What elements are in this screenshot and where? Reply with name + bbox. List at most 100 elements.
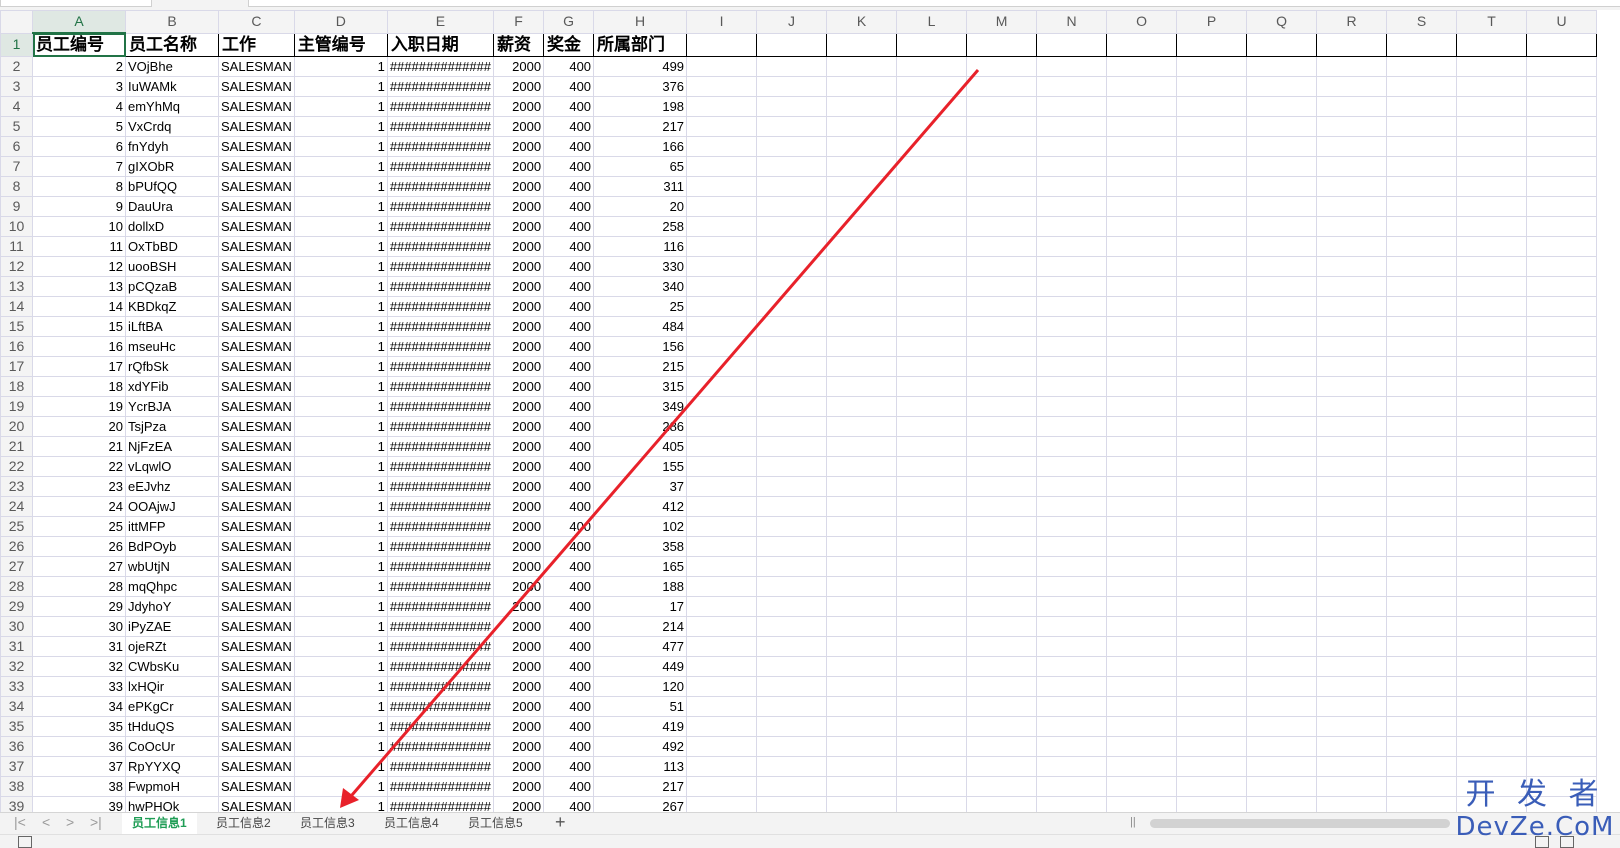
empty-cell[interactable] [686, 196, 758, 217]
cell-mgr[interactable]: 1 [293, 696, 388, 717]
row-header[interactable]: 11 [0, 236, 33, 257]
cell-id[interactable]: 30 [32, 616, 126, 637]
empty-cell[interactable] [826, 76, 898, 97]
empty-cell[interactable] [1526, 32, 1598, 57]
empty-cell[interactable] [1106, 316, 1178, 337]
cell-dept[interactable]: 340 [593, 276, 688, 297]
next-sheet-nav-icon[interactable]: > [66, 814, 74, 830]
cell-dept[interactable]: 113 [593, 756, 688, 777]
row-header[interactable]: 9 [0, 196, 33, 217]
empty-cell[interactable] [896, 616, 968, 637]
row-header[interactable]: 26 [0, 536, 33, 557]
empty-cell[interactable] [1316, 616, 1388, 637]
cell-job[interactable]: SALESMAN [218, 176, 295, 197]
column-header[interactable]: C [218, 10, 295, 34]
empty-cell[interactable] [756, 796, 828, 812]
empty-cell[interactable] [826, 296, 898, 317]
empty-cell[interactable] [1106, 636, 1178, 657]
row-header[interactable]: 18 [0, 376, 33, 397]
empty-cell[interactable] [1526, 536, 1598, 557]
cell-date[interactable]: ############## [386, 756, 495, 777]
cell-sal[interactable]: 2000 [493, 716, 545, 737]
empty-cell[interactable] [1246, 96, 1318, 117]
empty-cell[interactable] [1036, 616, 1108, 637]
empty-cell[interactable] [966, 456, 1038, 477]
empty-cell[interactable] [1036, 356, 1108, 377]
empty-cell[interactable] [686, 576, 758, 597]
cell-sal[interactable]: 2000 [493, 136, 545, 157]
empty-cell[interactable] [826, 596, 898, 617]
row-header[interactable]: 30 [0, 616, 33, 637]
cell-id[interactable]: 22 [32, 456, 126, 477]
cell-date[interactable]: ############## [386, 576, 495, 597]
cell-id[interactable]: 18 [32, 376, 126, 397]
cell-date[interactable]: ############## [386, 496, 495, 517]
cell-date[interactable]: ############## [386, 336, 495, 357]
empty-cell[interactable] [826, 456, 898, 477]
empty-cell[interactable] [966, 336, 1038, 357]
cell-name[interactable]: VxCrdq [125, 116, 219, 137]
empty-cell[interactable] [1386, 456, 1458, 477]
empty-cell[interactable] [756, 256, 828, 277]
empty-cell[interactable] [1526, 136, 1598, 157]
cell-comm[interactable]: 400 [543, 96, 595, 117]
cell-mgr[interactable]: 1 [293, 156, 388, 177]
cell-name[interactable]: KBDkqZ [125, 296, 219, 317]
empty-cell[interactable] [1036, 716, 1108, 737]
sheet-tab[interactable]: 员工信息1 [122, 813, 197, 836]
cell-job[interactable]: SALESMAN [218, 476, 295, 497]
cell-id[interactable]: 9 [32, 196, 126, 217]
empty-cell[interactable] [896, 536, 968, 557]
row-header[interactable]: 31 [0, 636, 33, 657]
empty-cell[interactable] [1526, 496, 1598, 517]
empty-cell[interactable] [1106, 296, 1178, 317]
empty-cell[interactable] [1246, 776, 1318, 797]
cell-date[interactable]: ############## [386, 196, 495, 217]
cell-dept[interactable]: 412 [593, 496, 688, 517]
empty-cell[interactable] [1036, 436, 1108, 457]
column-header[interactable]: A [32, 10, 126, 34]
empty-cell[interactable] [686, 96, 758, 117]
empty-cell[interactable] [966, 636, 1038, 657]
empty-cell[interactable] [896, 736, 968, 757]
sheet-tab[interactable]: 员工信息5 [458, 813, 533, 834]
empty-cell[interactable] [1036, 32, 1108, 57]
cell-name[interactable]: fnYdyh [125, 136, 219, 157]
cell-comm[interactable]: 400 [543, 436, 595, 457]
column-header[interactable]: G [543, 10, 595, 34]
empty-cell[interactable] [1386, 576, 1458, 597]
cell-name[interactable]: mseuHc [125, 336, 219, 357]
empty-cell[interactable] [1246, 756, 1318, 777]
empty-cell[interactable] [1176, 476, 1248, 497]
cell-date[interactable]: ############## [386, 716, 495, 737]
empty-cell[interactable] [1176, 796, 1248, 812]
empty-cell[interactable] [1106, 156, 1178, 177]
empty-cell[interactable] [896, 716, 968, 737]
empty-cell[interactable] [686, 76, 758, 97]
cell-sal[interactable]: 2000 [493, 116, 545, 137]
cell-dept[interactable]: 358 [593, 536, 688, 557]
empty-cell[interactable] [686, 556, 758, 577]
cell-id[interactable]: 37 [32, 756, 126, 777]
empty-cell[interactable] [1176, 376, 1248, 397]
empty-cell[interactable] [756, 576, 828, 597]
empty-cell[interactable] [1036, 756, 1108, 777]
sheet-tab[interactable]: 员工信息4 [374, 813, 449, 834]
cell-id[interactable]: 31 [32, 636, 126, 657]
cell-mgr[interactable]: 1 [293, 96, 388, 117]
cell-job[interactable]: SALESMAN [218, 196, 295, 217]
spreadsheet-grid[interactable]: ABCDEFGHIJKLMNOPQRSTU 1 员工编号 员工名称 工作 主管编号 入职日… [0, 10, 1620, 812]
cell-date[interactable]: ############## [386, 436, 495, 457]
empty-cell[interactable] [826, 636, 898, 657]
name-box[interactable] [0, 0, 152, 7]
cell-mgr[interactable]: 1 [293, 296, 388, 317]
empty-cell[interactable] [966, 576, 1038, 597]
empty-cell[interactable] [1456, 536, 1528, 557]
cell-date[interactable]: ############## [386, 216, 495, 237]
cell-date[interactable]: ############## [386, 316, 495, 337]
empty-cell[interactable] [1036, 116, 1108, 137]
empty-cell[interactable] [1456, 596, 1528, 617]
empty-cell[interactable] [1386, 32, 1458, 57]
empty-cell[interactable] [756, 196, 828, 217]
cell-dept[interactable]: 37 [593, 476, 688, 497]
